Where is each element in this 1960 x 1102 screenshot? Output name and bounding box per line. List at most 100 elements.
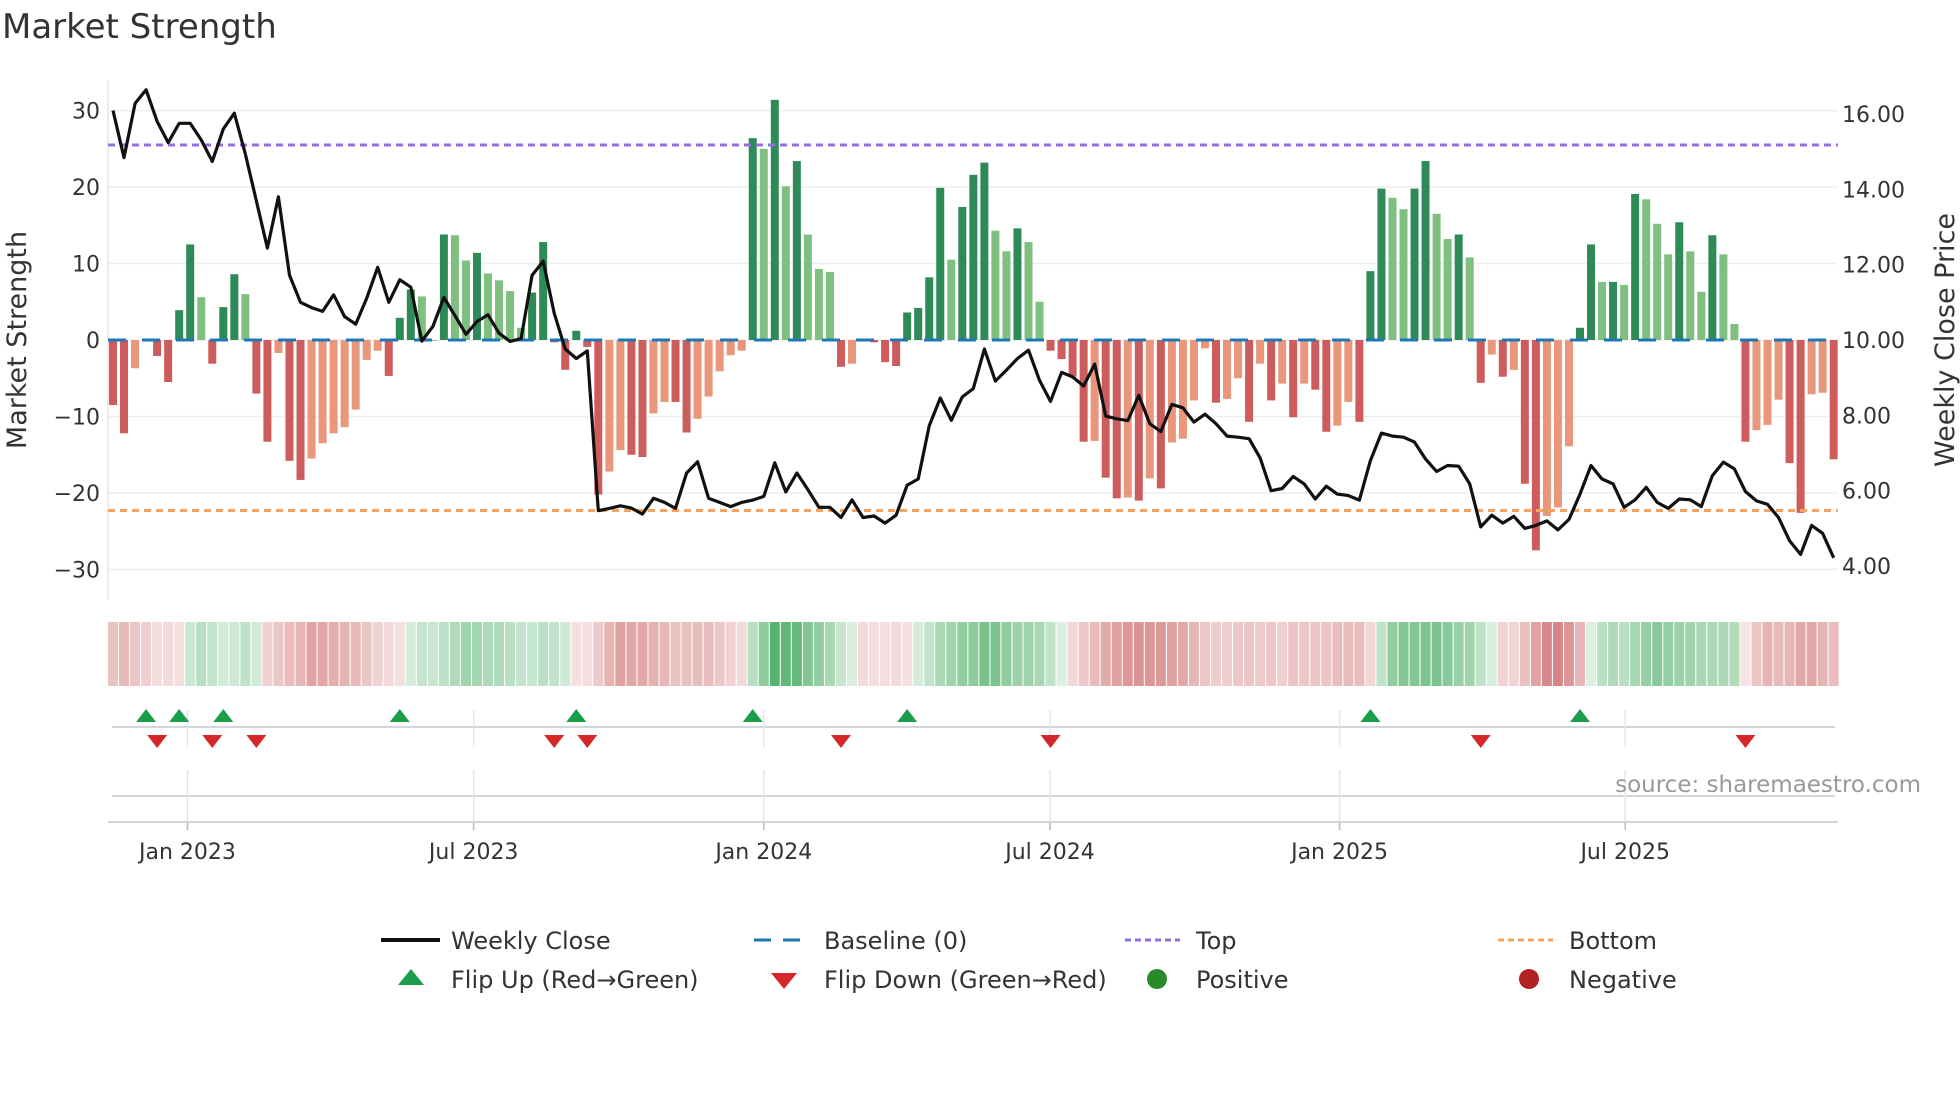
strip-cell	[747, 622, 758, 686]
strength-bar	[186, 244, 195, 340]
strip-cell	[1597, 622, 1608, 686]
legend-item-baseline[interactable]: Baseline (0)	[754, 927, 967, 955]
strip-cell	[1332, 622, 1343, 686]
strip-cell	[317, 622, 328, 686]
legend-label: Flip Down (Green→Red)	[824, 966, 1107, 994]
strength-bar	[1796, 340, 1805, 513]
strip-cell	[1508, 622, 1519, 686]
y2-tick-label: 10.00	[1842, 329, 1905, 354]
strip-cell	[902, 622, 913, 686]
strength-bar	[1730, 323, 1739, 340]
strip-cell	[1321, 622, 1332, 686]
strength-bar	[649, 340, 658, 414]
legend-item-positive[interactable]: Positive	[1147, 966, 1289, 994]
strength-bar	[1785, 340, 1794, 464]
strength-bar	[605, 340, 614, 472]
strip-cell	[295, 622, 306, 686]
legend: Weekly Close Baseline (0) Top Bottom Fli…	[381, 927, 1677, 994]
strength-bar	[1289, 340, 1298, 418]
strip-cell	[416, 622, 427, 686]
source-credit: source: sharemaestro.com	[1615, 772, 1921, 798]
strength-bar	[1564, 340, 1573, 447]
strength-bar	[1443, 239, 1452, 340]
strip-cell	[1045, 622, 1056, 686]
strength-bar	[980, 162, 989, 340]
strength-bar	[1553, 340, 1562, 508]
strip-cell	[946, 622, 957, 686]
legend-item-top[interactable]: Top	[1125, 927, 1237, 955]
strength-bar	[704, 340, 713, 397]
strength-bar	[153, 340, 162, 357]
strength-bar	[450, 235, 459, 340]
strip-cell	[1784, 622, 1795, 686]
strip-cell	[1199, 622, 1210, 686]
strip-cell	[141, 622, 152, 686]
strip-cell	[1442, 622, 1453, 686]
legend-label: Baseline (0)	[824, 927, 967, 955]
strip-cell	[1552, 622, 1563, 686]
strip-cell	[163, 622, 174, 686]
strip-cell	[1608, 622, 1619, 686]
strip-cell	[1641, 622, 1652, 686]
strip-cell	[626, 622, 637, 686]
legend-item-flip-up[interactable]: Flip Up (Red→Green)	[398, 966, 699, 994]
strength-bar	[1156, 340, 1165, 489]
strength-bar	[351, 340, 360, 410]
flip-markers-panel	[108, 709, 1838, 830]
strip-cell	[615, 622, 626, 686]
strength-bar	[1035, 301, 1044, 340]
strength-bar	[892, 340, 901, 366]
strength-bar	[1322, 340, 1331, 432]
strip-cell	[1288, 622, 1299, 686]
strip-cell	[1310, 622, 1321, 686]
strip-cell	[979, 622, 990, 686]
strength-bar	[1399, 209, 1408, 340]
strip-cell	[229, 622, 240, 686]
strip-cell	[1299, 622, 1310, 686]
strength-bar	[1002, 251, 1011, 340]
legend-item-flip-down[interactable]: Flip Down (Green→Red)	[771, 966, 1107, 994]
legend-label: Top	[1195, 927, 1237, 955]
legend-item-weekly-close[interactable]: Weekly Close	[381, 927, 611, 955]
strength-bar	[1631, 193, 1640, 340]
strength-bar	[1664, 254, 1673, 340]
strip-cell	[714, 622, 725, 686]
flip-down-marker	[246, 735, 267, 748]
strength-bar	[792, 161, 801, 340]
strip-cell	[869, 622, 880, 686]
strength-bar	[825, 271, 834, 340]
strip-cell	[1541, 622, 1552, 686]
strip-cell	[824, 622, 835, 686]
strip-cell	[1586, 622, 1597, 686]
left-axis-title: Market Strength	[2, 231, 33, 449]
strip-cell	[185, 622, 196, 686]
strip-cell	[1475, 622, 1486, 686]
strength-bar	[1598, 281, 1607, 340]
strip-cell	[736, 622, 747, 686]
flip-up-marker	[169, 709, 190, 722]
y2-tick-label: 4.00	[1842, 555, 1891, 580]
strip-cell	[1751, 622, 1762, 686]
strip-cell	[1144, 622, 1155, 686]
strip-cell	[703, 622, 714, 686]
strength-bar	[439, 234, 448, 340]
flip-down-marker	[1735, 735, 1756, 748]
strip-cell	[218, 622, 229, 686]
strength-bar	[1686, 251, 1695, 340]
y-tick-label: 20	[72, 176, 100, 201]
x-tick-label: Jul 2023	[427, 840, 519, 865]
strip-cell	[1519, 622, 1530, 686]
flip-down-marker	[830, 735, 851, 748]
strength-bar	[1212, 340, 1220, 403]
strength-bar	[991, 230, 1000, 340]
y2-tick-label: 6.00	[1842, 480, 1891, 505]
legend-item-negative[interactable]: Negative	[1519, 966, 1677, 994]
strip-cell	[935, 622, 946, 686]
strip-cell	[1354, 622, 1365, 686]
strip-cell	[1828, 622, 1839, 686]
strength-bar	[1267, 340, 1276, 401]
flip-down-marker	[1040, 735, 1061, 748]
strength-bar	[715, 340, 724, 372]
strip-cell	[1034, 622, 1045, 686]
legend-item-bottom[interactable]: Bottom	[1498, 927, 1657, 955]
